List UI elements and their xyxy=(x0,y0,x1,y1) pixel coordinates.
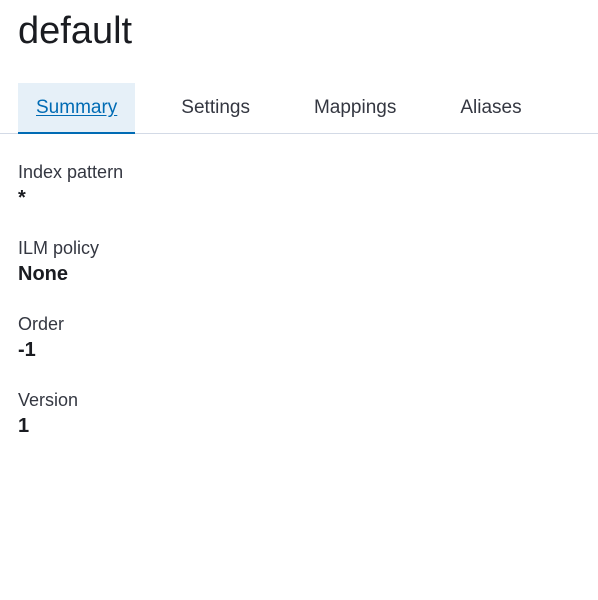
field-label: Version xyxy=(18,390,580,411)
tab-aliases[interactable]: Aliases xyxy=(442,83,539,133)
field-label: Order xyxy=(18,314,580,335)
field-label: ILM policy xyxy=(18,238,580,259)
tabs: Summary Settings Mappings Aliases xyxy=(0,83,598,134)
page-title: default xyxy=(0,0,598,83)
tab-summary[interactable]: Summary xyxy=(18,83,135,133)
field-label: Index pattern xyxy=(18,162,580,183)
field-value: 1 xyxy=(18,415,580,438)
tab-mappings[interactable]: Mappings xyxy=(296,83,414,133)
summary-content: Index pattern * ILM policy None Order -1… xyxy=(0,134,598,494)
field-value: -1 xyxy=(18,339,580,362)
field-value: * xyxy=(18,187,580,210)
field-order: Order -1 xyxy=(18,314,580,362)
tab-settings[interactable]: Settings xyxy=(163,83,268,133)
field-value: None xyxy=(18,263,580,286)
field-version: Version 1 xyxy=(18,390,580,438)
field-ilm-policy: ILM policy None xyxy=(18,238,580,286)
field-index-pattern: Index pattern * xyxy=(18,162,580,210)
